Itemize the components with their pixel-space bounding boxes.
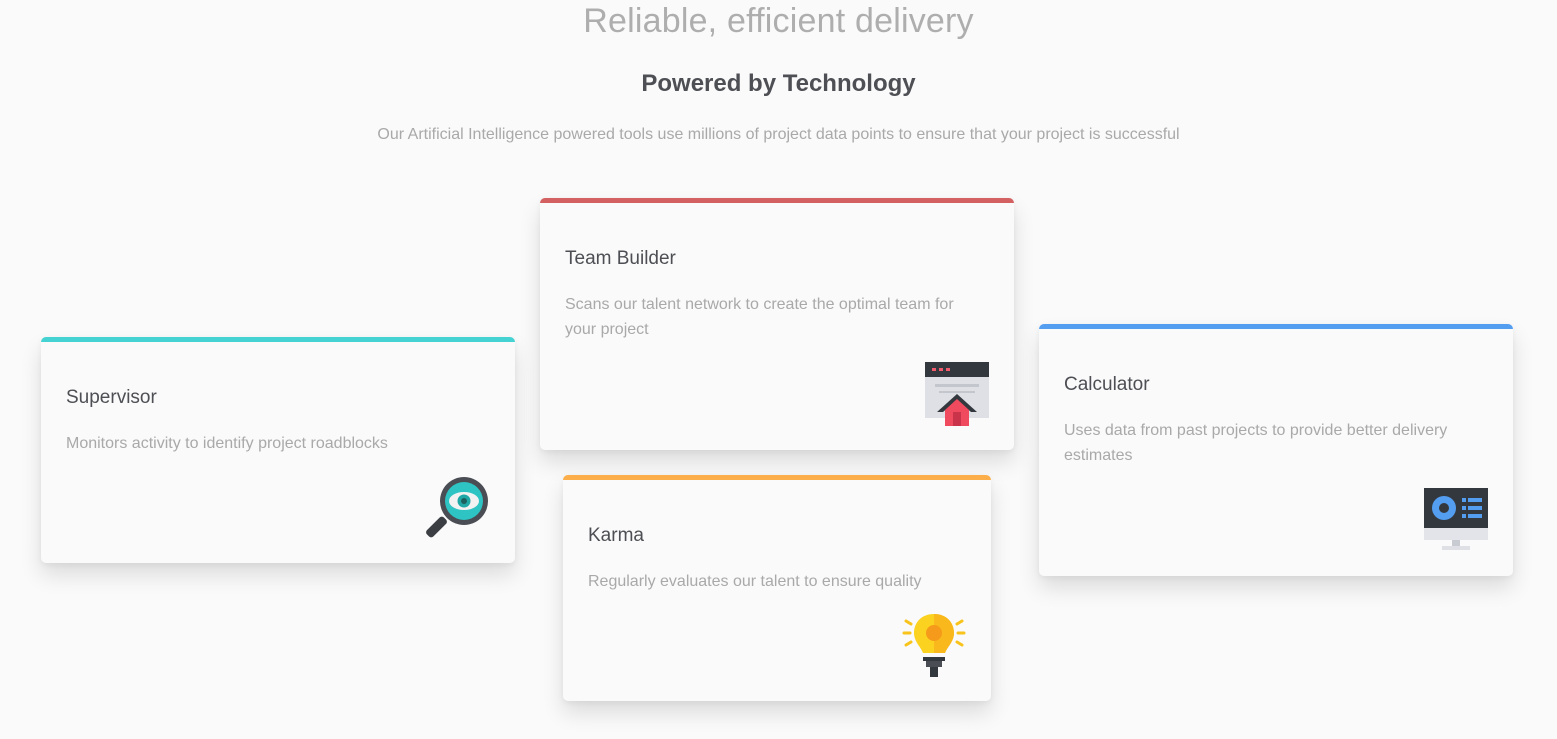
card-karma: Karma Regularly evaluates our talent to … bbox=[563, 475, 991, 701]
card-description: Scans our talent network to create the o… bbox=[565, 296, 954, 338]
card-team-builder: Team Builder Scans our talent network to… bbox=[540, 198, 1014, 450]
section-subtitle: Our Artificial Intelligence powered tool… bbox=[377, 126, 1180, 143]
monitor-dashboard-icon bbox=[1424, 488, 1488, 550]
card-description: Uses data from past projects to provide … bbox=[1064, 422, 1448, 464]
card-description: Regularly evaluates our talent to ensure… bbox=[588, 573, 922, 590]
magnifier-eye-icon bbox=[426, 477, 488, 538]
browser-upload-icon bbox=[925, 362, 989, 426]
card-title: Calculator bbox=[1064, 374, 1150, 395]
lightbulb-icon bbox=[902, 614, 966, 677]
page: Reliable, efficient delivery Powered by … bbox=[0, 0, 1557, 739]
section-title: Powered by Technology bbox=[641, 70, 916, 97]
card-title: Supervisor bbox=[66, 387, 157, 408]
card-title: Team Builder bbox=[565, 248, 676, 269]
section-tagline: Reliable, efficient delivery bbox=[583, 2, 974, 40]
card-title: Karma bbox=[588, 525, 644, 546]
card-supervisor: Supervisor Monitors activity to identify… bbox=[41, 337, 515, 563]
card-calculator: Calculator Uses data from past projects … bbox=[1039, 324, 1513, 576]
card-description: Monitors activity to identify project ro… bbox=[66, 435, 388, 452]
